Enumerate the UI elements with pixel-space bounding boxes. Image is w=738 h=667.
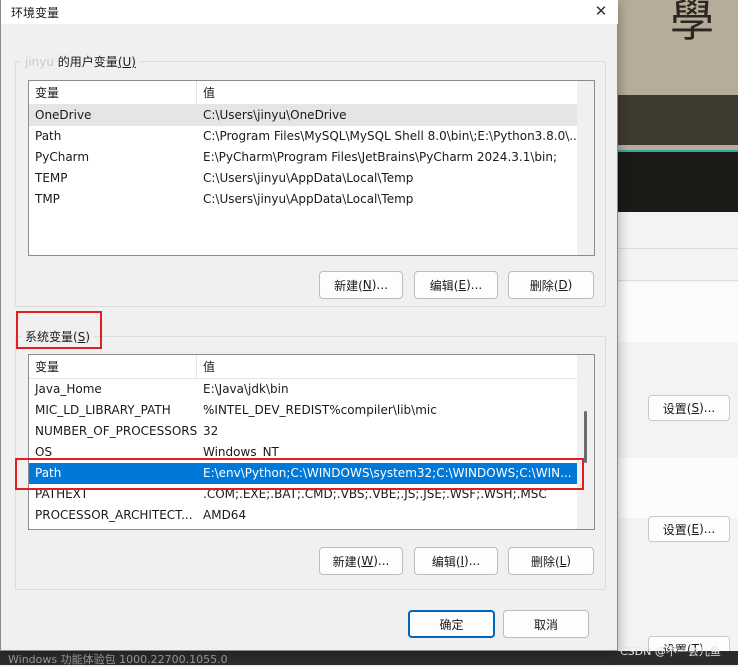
- list-header: 变量 值: [29, 355, 577, 379]
- annotation-box-system-legend: [16, 311, 102, 349]
- column-header-value[interactable]: 值: [197, 81, 577, 104]
- list-row[interactable]: MIC_LD_LIBRARY_PATH %INTEL_DEV_REDIST%com…: [29, 400, 577, 421]
- ok-button[interactable]: 确定: [408, 610, 495, 638]
- system-variables-list[interactable]: 变量 值 Java_Home E:\Java\jdk\bin MIC_LD_LIB…: [28, 354, 595, 530]
- annotation-box-path-row: [15, 458, 584, 490]
- background-photo: 學: [618, 0, 738, 212]
- list-row[interactable]: OneDrive C:\Users\jinyu\OneDrive: [29, 105, 577, 126]
- close-icon[interactable]: ✕: [592, 2, 610, 20]
- dialog-title: 环境变量: [11, 6, 60, 20]
- user-variables-legend: jinyu 的用户变量(U): [21, 53, 140, 70]
- user-delete-button[interactable]: 删除(D): [508, 271, 594, 299]
- watermark: CSDN @不一会儿鱼: [620, 645, 721, 658]
- list-row[interactable]: Path C:\Program Files\MySQL\MySQL Shell 8…: [29, 126, 577, 147]
- title-bar: 环境变量 ✕: [1, 0, 618, 24]
- column-header-name[interactable]: 变量: [29, 355, 197, 378]
- list-row[interactable]: TEMP C:\Users\jinyu\AppData\Local\Temp: [29, 168, 577, 189]
- settings-button-performance[interactable]: 设置(S)...: [648, 395, 730, 421]
- cancel-button[interactable]: 取消: [503, 610, 589, 638]
- user-new-button[interactable]: 新建(N)...: [319, 271, 403, 299]
- system-list-scrollbar[interactable]: [577, 355, 594, 529]
- list-row[interactable]: PyCharm E:\PyCharm\Program Files\JetBrain…: [29, 147, 577, 168]
- list-row[interactable]: TMP C:\Users\jinyu\AppData\Local\Temp: [29, 189, 577, 210]
- list-row[interactable]: Java_Home E:\Java\jdk\bin: [29, 379, 577, 400]
- settings-button-profiles[interactable]: 设置(E)...: [648, 516, 730, 542]
- system-edit-button[interactable]: 编辑(I)...: [414, 547, 498, 575]
- user-variables-list[interactable]: 变量 值 OneDrive C:\Users\jinyu\OneDrive Pat…: [28, 80, 595, 256]
- list-row[interactable]: PROCESSOR_ARCHITECT... AMD64: [29, 505, 577, 526]
- scrollbar-thumb[interactable]: [584, 411, 587, 463]
- user-edit-button[interactable]: 编辑(E)...: [414, 271, 498, 299]
- column-header-name[interactable]: 变量: [29, 81, 197, 104]
- list-header: 变量 值: [29, 81, 577, 105]
- user-list-scrollbar[interactable]: [577, 81, 594, 255]
- calligraphy-glyph: 學: [670, 0, 714, 47]
- system-new-button[interactable]: 新建(W)...: [319, 547, 403, 575]
- system-delete-button[interactable]: 删除(L): [508, 547, 594, 575]
- list-row[interactable]: NUMBER_OF_PROCESSORS 32: [29, 421, 577, 442]
- column-header-value[interactable]: 值: [197, 355, 577, 378]
